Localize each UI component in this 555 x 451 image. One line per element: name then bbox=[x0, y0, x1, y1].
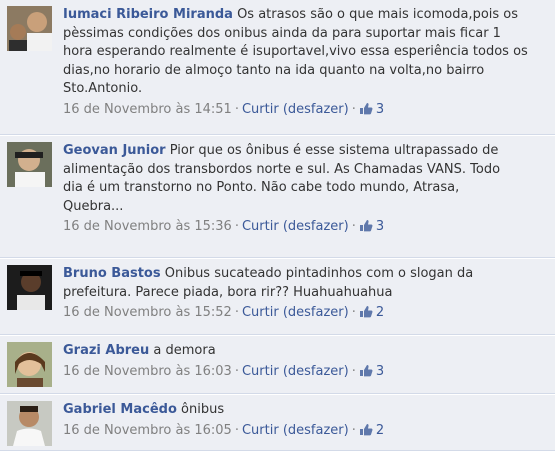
like-count-link[interactable]: 3 bbox=[359, 219, 384, 234]
comment-timestamp[interactable]: 16 de Novembro às 16:05 bbox=[63, 423, 232, 438]
like-count-link[interactable]: 2 bbox=[359, 423, 384, 438]
comment-item: Iumaci Ribeiro Miranda Os atrasos são o … bbox=[0, 0, 555, 135]
thumbs-up-icon bbox=[359, 305, 373, 325]
comment-author-link[interactable]: Grazi Abreu bbox=[63, 343, 149, 358]
comment-author-link[interactable]: Bruno Bastos bbox=[63, 266, 161, 281]
thumbs-up-icon bbox=[359, 423, 373, 443]
comment-text: a demora bbox=[153, 343, 216, 358]
comment-item: Gabriel Macêdo ônibus 16 de Novembro às … bbox=[0, 394, 555, 451]
comment-timestamp[interactable]: 16 de Novembro às 15:52 bbox=[63, 305, 232, 320]
separator: · bbox=[351, 101, 356, 117]
thumbs-up-icon bbox=[359, 102, 373, 122]
undo-like-link[interactable]: (desfazer) bbox=[283, 102, 349, 117]
avatar[interactable] bbox=[7, 265, 52, 310]
avatar[interactable] bbox=[7, 342, 52, 387]
comment-timestamp[interactable]: 16 de Novembro às 16:03 bbox=[63, 364, 232, 379]
comment-meta: 16 de Novembro às 15:52 · Curtir (desfazer… bbox=[63, 304, 483, 325]
like-count-link[interactable]: 3 bbox=[359, 364, 384, 379]
comment-meta: 16 de Novembro às 14:51 · Curtir (desfazer… bbox=[63, 101, 533, 122]
avatar[interactable] bbox=[7, 142, 52, 187]
like-link[interactable]: Curtir bbox=[242, 102, 279, 117]
separator: · bbox=[234, 363, 239, 379]
like-count: 3 bbox=[375, 363, 385, 379]
separator: · bbox=[351, 305, 356, 320]
comment-meta: 16 de Novembro às 15:36 · Curtir (desfazer… bbox=[63, 218, 518, 239]
like-count: 3 bbox=[375, 101, 385, 117]
like-link[interactable]: Curtir bbox=[242, 364, 279, 379]
like-count: 2 bbox=[375, 422, 385, 438]
comment-list: Iumaci Ribeiro Miranda Os atrasos são o … bbox=[0, 0, 555, 451]
undo-like-link[interactable]: (desfazer) bbox=[283, 305, 349, 320]
like-count: 2 bbox=[375, 305, 385, 320]
undo-like-link[interactable]: (desfazer) bbox=[283, 423, 349, 438]
like-count: 3 bbox=[375, 219, 385, 234]
separator: · bbox=[351, 363, 356, 379]
comment-author-link[interactable]: Geovan Junior bbox=[63, 143, 166, 158]
comment-timestamp[interactable]: 16 de Novembro às 14:51 bbox=[63, 102, 232, 117]
like-link[interactable]: Curtir bbox=[242, 305, 279, 320]
comment-author-link[interactable]: Gabriel Macêdo bbox=[63, 402, 177, 417]
avatar[interactable] bbox=[7, 6, 52, 51]
separator: · bbox=[234, 101, 239, 117]
separator: · bbox=[234, 219, 239, 234]
comment-item: Grazi Abreu a demora 16 de Novembro às 1… bbox=[0, 335, 555, 394]
undo-like-link[interactable]: (desfazer) bbox=[283, 364, 349, 379]
separator: · bbox=[234, 422, 239, 438]
comment-timestamp[interactable]: 16 de Novembro às 15:36 bbox=[63, 219, 232, 234]
comment-meta: 16 de Novembro às 16:03 · Curtir (desfazer… bbox=[63, 363, 483, 384]
like-link[interactable]: Curtir bbox=[242, 219, 279, 234]
like-count-link[interactable]: 2 bbox=[359, 305, 384, 320]
comment-item: Bruno Bastos Onibus sucateado pintadinho… bbox=[0, 258, 555, 335]
separator: · bbox=[351, 422, 356, 438]
thumbs-up-icon bbox=[359, 219, 373, 239]
thumbs-up-icon bbox=[359, 364, 373, 384]
comment-author-link[interactable]: Iumaci Ribeiro Miranda bbox=[63, 7, 233, 22]
comment-meta: 16 de Novembro às 16:05 · Curtir (desfazer… bbox=[63, 422, 483, 443]
comment-item: Geovan Junior Pior que os ônibus é esse … bbox=[0, 135, 555, 258]
like-link[interactable]: Curtir bbox=[242, 423, 279, 438]
avatar[interactable] bbox=[7, 401, 52, 446]
separator: · bbox=[234, 305, 239, 320]
comment-text: ônibus bbox=[181, 402, 225, 417]
separator: · bbox=[351, 219, 356, 234]
like-count-link[interactable]: 3 bbox=[359, 102, 384, 117]
undo-like-link[interactable]: (desfazer) bbox=[283, 219, 349, 234]
